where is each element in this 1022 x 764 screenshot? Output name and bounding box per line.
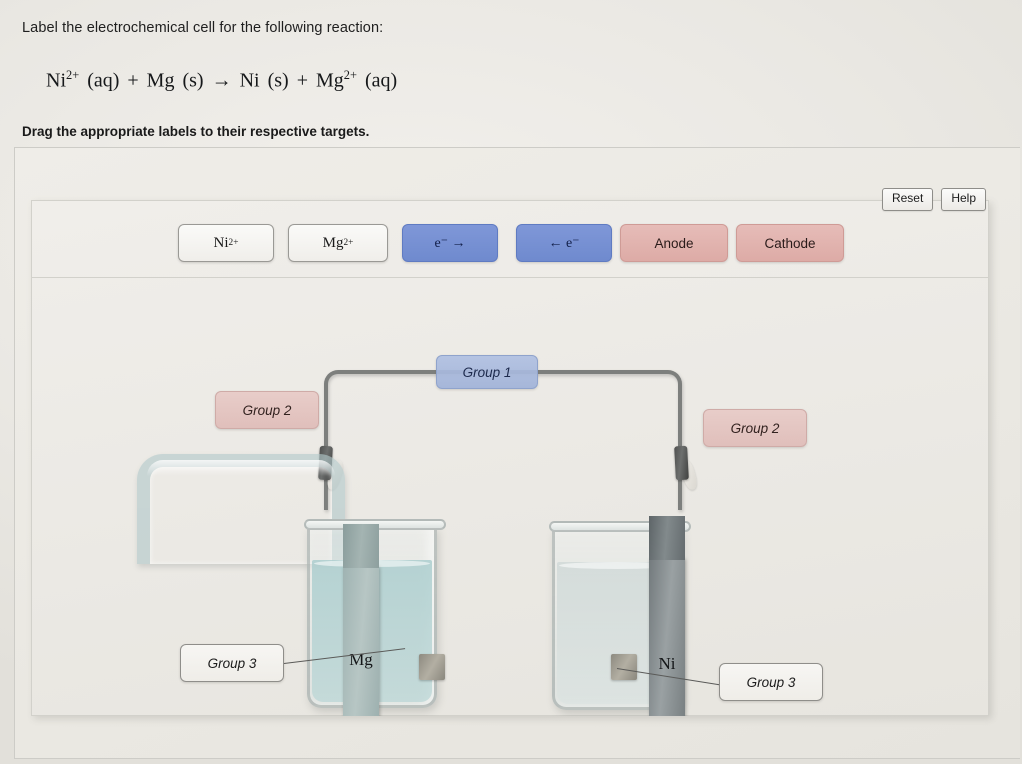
label-tile-anode[interactable]: Anode [620,224,728,262]
product-2-charge: 2+ [343,68,357,82]
reactant-1-charge: 2+ [66,68,80,82]
drop-target-group2-left[interactable]: Group 2 [215,391,319,429]
label-tile-rail [31,200,989,278]
salt-bridge-highlight [147,460,335,476]
label-tile-ni-ion-charge: 2+ [228,238,239,248]
equation-plus-2: + [296,69,308,92]
electrode-nickel: Ni [649,516,685,716]
wire-clip-right [674,445,689,481]
label-tile-cathode[interactable]: Cathode [736,224,844,262]
help-button[interactable]: Help [941,188,986,211]
reaction-equation: Ni2+ (aq) + Mg (s) → Ni (s) + Mg2+ (aq) [46,68,397,93]
label-tile-electron-forward[interactable]: e⁻ → [402,224,498,262]
reactant-2-symbol: Mg [146,69,175,92]
drop-target-group3-left[interactable]: Group 3 [180,644,284,682]
product-1-state: (s) [267,69,289,92]
label-tile-electron-reverse[interactable]: ← e⁻ [516,224,612,262]
product-2-symbol: Mg [315,69,344,92]
drop-target-group2-right[interactable]: Group 2 [703,409,807,447]
equation-plus-1: + [127,69,139,92]
reactant-1-state: (aq) [87,69,120,92]
label-tile-mg-ion-symbol: Mg [322,234,344,251]
reset-button[interactable]: Reset [881,188,934,211]
question-stem: Label the electrochemical cell for the f… [22,20,384,36]
activity-toolbar: Reset Help [881,188,986,211]
electrode-magnesium-stem [343,524,379,568]
electrode-nickel-label: Ni [658,654,676,673]
reactant-1-symbol: Ni [46,69,66,92]
label-tile-ni-ion[interactable]: Ni 2+ [178,224,274,262]
label-tile-mg-ion[interactable]: Mg 2+ [288,224,388,262]
drop-target-group1[interactable]: Group 1 [436,355,538,389]
drop-target-group3-right[interactable]: Group 3 [719,663,823,701]
electrode-nickel-stem [649,516,685,560]
circuit-wire [324,370,682,510]
label-tile-mg-ion-charge: 2+ [343,238,354,248]
electrode-magnesium: Mg [343,524,379,716]
product-2-state: (aq) [364,69,398,92]
product-1-symbol: Ni [239,69,260,92]
electrochemical-cell-diagram: Mg Ni Group 1 Group 2 Group 2 Group 3 Gr… [31,278,989,716]
reactant-2-state: (s) [182,69,204,92]
metal-chip-right [611,654,637,680]
label-tile-ni-ion-symbol: Ni [213,234,229,251]
reaction-arrow-icon: → [211,69,232,92]
drag-instruction: Drag the appropriate labels to their res… [22,124,370,139]
metal-chip-left [419,654,445,680]
